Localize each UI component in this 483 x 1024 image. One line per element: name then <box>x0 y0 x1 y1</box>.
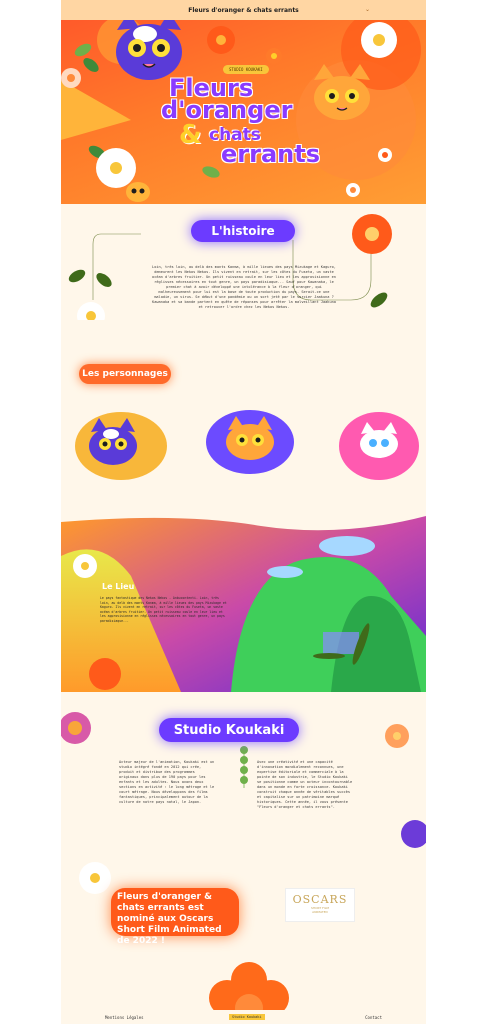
cloud-shape <box>267 566 303 578</box>
footer-mentions-link[interactable]: Mentions Légales <box>105 1015 144 1020</box>
flower-icon <box>266 48 282 64</box>
footer-contact-link[interactable]: Contact <box>365 1015 382 1020</box>
leaf-icon <box>68 269 86 283</box>
leaf-icon <box>202 166 220 178</box>
page: Fleurs d'oranger & chats errants ⌄ STUDI… <box>61 0 426 1024</box>
leaf-icon <box>313 653 345 659</box>
daisy-icon <box>96 148 136 188</box>
pink-flower-icon <box>61 712 91 744</box>
orange-flower-icon <box>352 214 392 254</box>
leaf-icon <box>74 43 92 57</box>
pattern-shape <box>323 632 359 654</box>
leaf-icon <box>370 292 388 308</box>
studio-text-right: Avec une créativité et une capacité d'in… <box>257 760 353 809</box>
site-title[interactable]: Fleurs d'oranger & chats errants <box>188 7 299 14</box>
daisy-icon <box>73 554 97 578</box>
hero-title-ampersand: & <box>179 120 202 150</box>
hero-shape <box>61 80 131 140</box>
stem-line <box>92 233 141 300</box>
oscars-logo-text: OSCARS <box>292 893 348 906</box>
orange-flower-icon <box>89 658 121 690</box>
leaf-icon <box>83 58 99 72</box>
lieu-heading: Le Lieu <box>102 582 135 591</box>
daisy-icon <box>378 148 392 162</box>
purple-cat-icon <box>116 20 182 80</box>
daisy-icon <box>77 302 105 320</box>
daisy-icon <box>61 68 81 88</box>
stem-icon <box>240 746 248 788</box>
daisy-icon <box>346 183 360 197</box>
leaf-icon <box>96 273 112 287</box>
small-cat-icon <box>126 182 150 202</box>
hero-title-line2: d'oranger <box>161 96 293 124</box>
studio-heading: Studio Koukaki <box>159 718 299 742</box>
hero-title-line4: errants <box>221 140 320 168</box>
studio-text-left: Acteur majeur de l'animation, Koukaki es… <box>119 760 215 804</box>
hero-banner: STUDIO KOUKAKI Fleurs d'oranger & chats … <box>61 20 426 204</box>
chevron-down-icon[interactable]: ⌄ <box>365 6 370 13</box>
violet-flower-icon <box>401 820 426 848</box>
oscars-logo-sub2: ANIMATED <box>312 910 328 914</box>
cloud-shape <box>319 536 375 556</box>
histoire-text: Loin, très loin, au delà des monts Kanma… <box>152 265 336 309</box>
daisy-icon <box>361 22 397 58</box>
characters-row <box>75 410 419 480</box>
daisy-icon <box>79 862 111 894</box>
orange-flower-icon <box>209 962 289 1010</box>
personnages-heading: Les personnages <box>79 364 171 384</box>
footer-studio-link[interactable]: Studio Koukaki <box>229 1014 265 1020</box>
orange-flower-icon <box>385 724 409 748</box>
studio-tag: STUDIO KOUKAKI <box>223 65 269 74</box>
oscars-logo: OSCARS SHORT FILM ANIMATED <box>285 888 355 922</box>
flower-icon <box>207 26 235 54</box>
lieu-text: Le pays fantastique des Nekos Nekos - An… <box>100 596 227 623</box>
lieu-section: Le Lieu Le pays fantastique des Nekos Ne… <box>61 516 426 692</box>
oscars-decoration <box>79 862 289 1010</box>
oscars-announcement: Fleurs d'oranger & chats errants est nom… <box>111 888 239 946</box>
top-bar: Fleurs d'oranger & chats errants ⌄ <box>61 0 426 20</box>
